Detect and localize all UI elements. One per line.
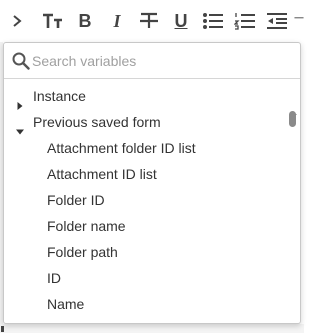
numbered-list-icon[interactable] (232, 7, 258, 35)
tree-item[interactable]: Name (4, 291, 288, 317)
editor-content-strip (0, 324, 304, 333)
tree-item[interactable]: Folder name (4, 213, 288, 239)
outdent-icon[interactable] (264, 7, 290, 35)
tree-group-label: Instance (33, 88, 86, 104)
tree-group-label: Previous saved form (33, 114, 161, 130)
tree-item[interactable]: Folder ID (4, 187, 288, 213)
search-input[interactable] (32, 50, 282, 72)
tree-item[interactable]: Attachment ID list (4, 161, 288, 187)
italic-button[interactable]: I (104, 7, 130, 35)
bullet-list-icon[interactable] (200, 7, 226, 35)
chevron-right-icon[interactable] (4, 7, 30, 35)
tree-group-previous-saved-form[interactable]: Previous saved form (4, 109, 288, 135)
italic-icon: I (113, 10, 121, 31)
underline-button[interactable]: U (168, 7, 194, 35)
variable-tree: Instance Previous saved form Attachment … (4, 83, 288, 317)
tree-group-instance[interactable]: Instance (4, 83, 288, 110)
search-bar (4, 43, 300, 79)
search-icon (12, 52, 30, 75)
underline-icon: U (174, 10, 188, 31)
text-cursor (1, 326, 4, 332)
tree-item[interactable]: ID (4, 265, 288, 291)
tree-item[interactable]: Folder path (4, 239, 288, 265)
tree-item[interactable]: Attachment folder ID list (4, 135, 288, 161)
variables-dropdown: Instance Previous saved form Attachment … (3, 42, 301, 324)
bold-icon: B (78, 10, 92, 31)
scrollbar-thumb[interactable] (289, 111, 296, 127)
indent-icon[interactable] (294, 7, 304, 35)
scrollbar[interactable] (288, 103, 298, 321)
editor-toolbar: B I U (0, 0, 304, 42)
font-size-icon[interactable] (40, 7, 66, 35)
bold-button[interactable]: B (72, 7, 98, 35)
strikethrough-icon[interactable] (136, 7, 162, 35)
